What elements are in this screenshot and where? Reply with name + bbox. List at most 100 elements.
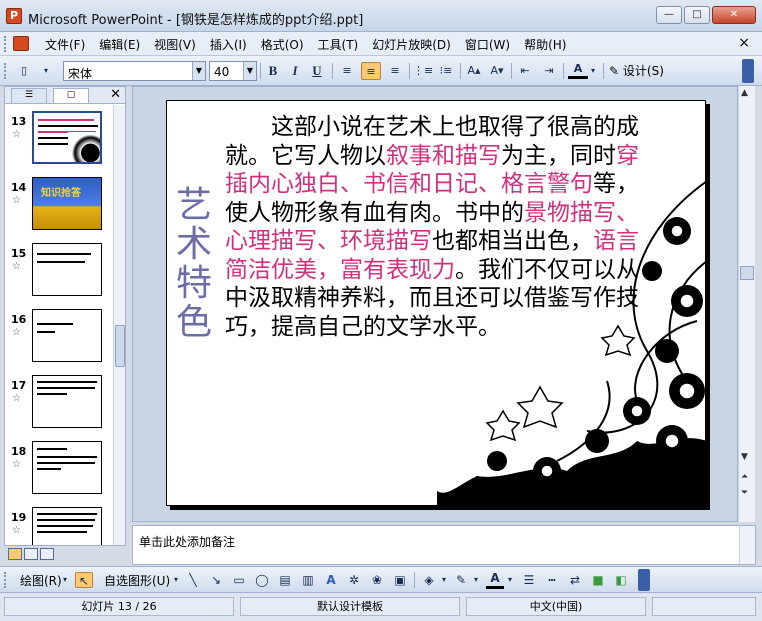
document-icon[interactable]	[13, 36, 29, 51]
animation-star-icon: ☆	[12, 327, 21, 338]
thumbnail-slide-17[interactable]: 17 ☆	[5, 375, 110, 437]
decrease-font-icon[interactable]: A▾	[487, 62, 507, 80]
fill-color-icon[interactable]: ◈	[420, 572, 438, 588]
menu-file[interactable]: 文件(F)	[40, 36, 90, 53]
thumbnail-slide-18[interactable]: 18 ☆	[5, 441, 110, 503]
menu-window[interactable]: 窗口(W)	[460, 36, 515, 53]
menu-help[interactable]: 帮助(H)	[519, 36, 571, 53]
autoshapes-menu-button[interactable]: 自选图形(U)	[104, 572, 170, 589]
clipart-icon[interactable]: ❀	[368, 572, 386, 588]
toolbar-options-icon[interactable]: ▾	[36, 62, 56, 80]
rectangle-tool-icon[interactable]: ▭	[230, 572, 248, 588]
font-dropdown-arrow-icon[interactable]: ▼	[192, 62, 205, 80]
arrow-tool-icon[interactable]: ↘	[207, 572, 225, 588]
line-style-icon[interactable]: ☰	[520, 572, 538, 588]
shadow-style-icon[interactable]: ■	[589, 572, 607, 588]
status-empty-cell	[652, 597, 756, 616]
current-slide[interactable]: 艺 术 特 色 这部小说在艺术上也取得了很高的成就。它写人物以叙事和描写为主，同…	[166, 100, 706, 506]
previous-slide-icon[interactable]: ⏶	[741, 472, 748, 482]
font-color-draw-icon[interactable]: A	[486, 572, 504, 589]
thumbnail-slide-16[interactable]: 16 ☆	[5, 309, 110, 371]
3d-style-icon[interactable]: ◧	[612, 572, 630, 588]
select-pointer-icon[interactable]: ↖	[75, 572, 93, 588]
close-window-button[interactable]: ✕	[712, 6, 756, 24]
thumbnail-number: 19	[11, 511, 27, 524]
slideshow-view-icon[interactable]	[40, 548, 54, 560]
slide-scrollbar[interactable]: ▲ ▼ ⏶ ⏷	[738, 86, 755, 522]
notes-pane[interactable]: 单击此处添加备注	[132, 525, 756, 565]
powerpoint-app-icon[interactable]: P	[6, 8, 22, 24]
line-color-icon[interactable]: ✎	[452, 572, 470, 588]
textbox-tool-icon[interactable]: ▤	[276, 572, 294, 588]
body-text-run: 为主，同时	[501, 142, 616, 169]
vertical-textbox-icon[interactable]: ▥	[299, 572, 317, 588]
vertical-title[interactable]: 艺 术 特 色	[173, 186, 215, 342]
bold-button[interactable]: B	[263, 62, 283, 80]
arrow-style-icon[interactable]: ⇄	[566, 572, 584, 588]
menu-tools[interactable]: 工具(T)	[313, 36, 364, 53]
font-size-select[interactable]: 40 ▼	[209, 61, 257, 81]
align-right-icon[interactable]: ≡	[385, 62, 405, 80]
font-color-dropdown-icon[interactable]: ▾	[588, 62, 598, 80]
decrease-indent-icon[interactable]: ⇤	[515, 62, 535, 80]
picture-icon[interactable]: ▣	[391, 572, 409, 588]
slide-body-textbox[interactable]: 这部小说在艺术上也取得了很高的成就。它写人物以叙事和描写为主，同时穿插内心独白、…	[225, 113, 657, 341]
toolbar-grip-handle[interactable]	[4, 63, 7, 79]
toolbar-options-chevron-icon[interactable]	[742, 59, 754, 83]
line-color-dropdown-icon[interactable]: ▾	[471, 572, 481, 588]
fill-color-dropdown-icon[interactable]: ▾	[439, 572, 449, 588]
thumbnail-slide-14[interactable]: 14 ☆ 知识抢答	[5, 177, 110, 239]
notes-scrollbar[interactable]	[739, 526, 755, 564]
draw-menu-button[interactable]: 绘图(R)	[20, 572, 62, 589]
close-panel-icon[interactable]: ✕	[110, 87, 121, 102]
thumbnail-slide-19[interactable]: 19 ☆	[5, 507, 110, 545]
increase-font-icon[interactable]: A▴	[464, 62, 484, 80]
menu-slideshow[interactable]: 幻灯片放映(D)	[367, 36, 456, 53]
align-center-icon[interactable]: ≡	[361, 62, 381, 80]
toolbar-grip-handle[interactable]	[4, 572, 7, 588]
thumbnail-slide-13[interactable]: 13 ☆	[5, 111, 110, 173]
design-button[interactable]: ✎ 设计(S)	[609, 62, 664, 80]
menu-view[interactable]: 视图(V)	[149, 36, 201, 53]
font-color-draw-dropdown-icon[interactable]: ▾	[505, 572, 515, 588]
menu-insert[interactable]: 插入(I)	[205, 36, 252, 53]
slide-sorter-view-icon[interactable]	[24, 548, 38, 560]
new-document-icon[interactable]: ▯	[14, 62, 34, 80]
slides-thumbnail-panel: ☰ ▢ ✕ 13 ☆ 14 ☆ 知识抢答 15 ☆ 16 ☆ 17 ☆ 18 ☆…	[4, 86, 126, 546]
tab-outline[interactable]: ☰	[11, 88, 47, 103]
font-name-select[interactable]: 宋体 ▼	[63, 61, 206, 81]
font-name-value: 宋体	[68, 67, 93, 81]
italic-button[interactable]: I	[285, 62, 305, 80]
increase-indent-icon[interactable]: ⇥	[539, 62, 559, 80]
draw-dropdown-icon[interactable]: ▾	[60, 572, 70, 588]
scrollbar-thumb[interactable]	[115, 325, 125, 367]
close-document-button[interactable]: ×	[738, 35, 750, 51]
align-left-icon[interactable]: ≡	[337, 62, 357, 80]
menu-grip-handle[interactable]	[4, 36, 7, 52]
size-dropdown-arrow-icon[interactable]: ▼	[243, 62, 256, 80]
underline-button[interactable]: U	[307, 62, 327, 80]
scroll-up-icon[interactable]: ▲	[741, 88, 748, 98]
autoshapes-dropdown-icon[interactable]: ▾	[171, 572, 181, 588]
maximize-button[interactable]: □	[684, 6, 710, 24]
thumbnail-image: 知识抢答	[32, 177, 102, 230]
dash-style-icon[interactable]: ┅	[543, 572, 561, 588]
thumbnail-scrollbar[interactable]	[113, 105, 125, 545]
oval-tool-icon[interactable]: ◯	[253, 572, 271, 588]
drawbar-options-chevron-icon[interactable]	[638, 569, 650, 591]
tab-slides[interactable]: ▢	[53, 88, 89, 103]
scrollbar-thumb[interactable]	[740, 266, 754, 280]
thumbnail-slide-15[interactable]: 15 ☆	[5, 243, 110, 305]
minimize-button[interactable]: —	[656, 6, 682, 24]
menu-edit[interactable]: 编辑(E)	[94, 36, 145, 53]
scroll-down-icon[interactable]: ▼	[741, 452, 748, 462]
numbering-icon[interactable]: ⋮≡	[413, 62, 433, 80]
menu-format[interactable]: 格式(O)	[256, 36, 309, 53]
line-tool-icon[interactable]: ╲	[184, 572, 202, 588]
diagram-icon[interactable]: ✲	[345, 572, 363, 588]
next-slide-icon[interactable]: ⏷	[741, 488, 748, 498]
wordart-icon[interactable]: A	[322, 572, 340, 588]
font-color-icon[interactable]: A	[568, 62, 588, 79]
bullets-icon[interactable]: ⁝≡	[436, 62, 456, 80]
normal-view-icon[interactable]	[8, 548, 22, 560]
